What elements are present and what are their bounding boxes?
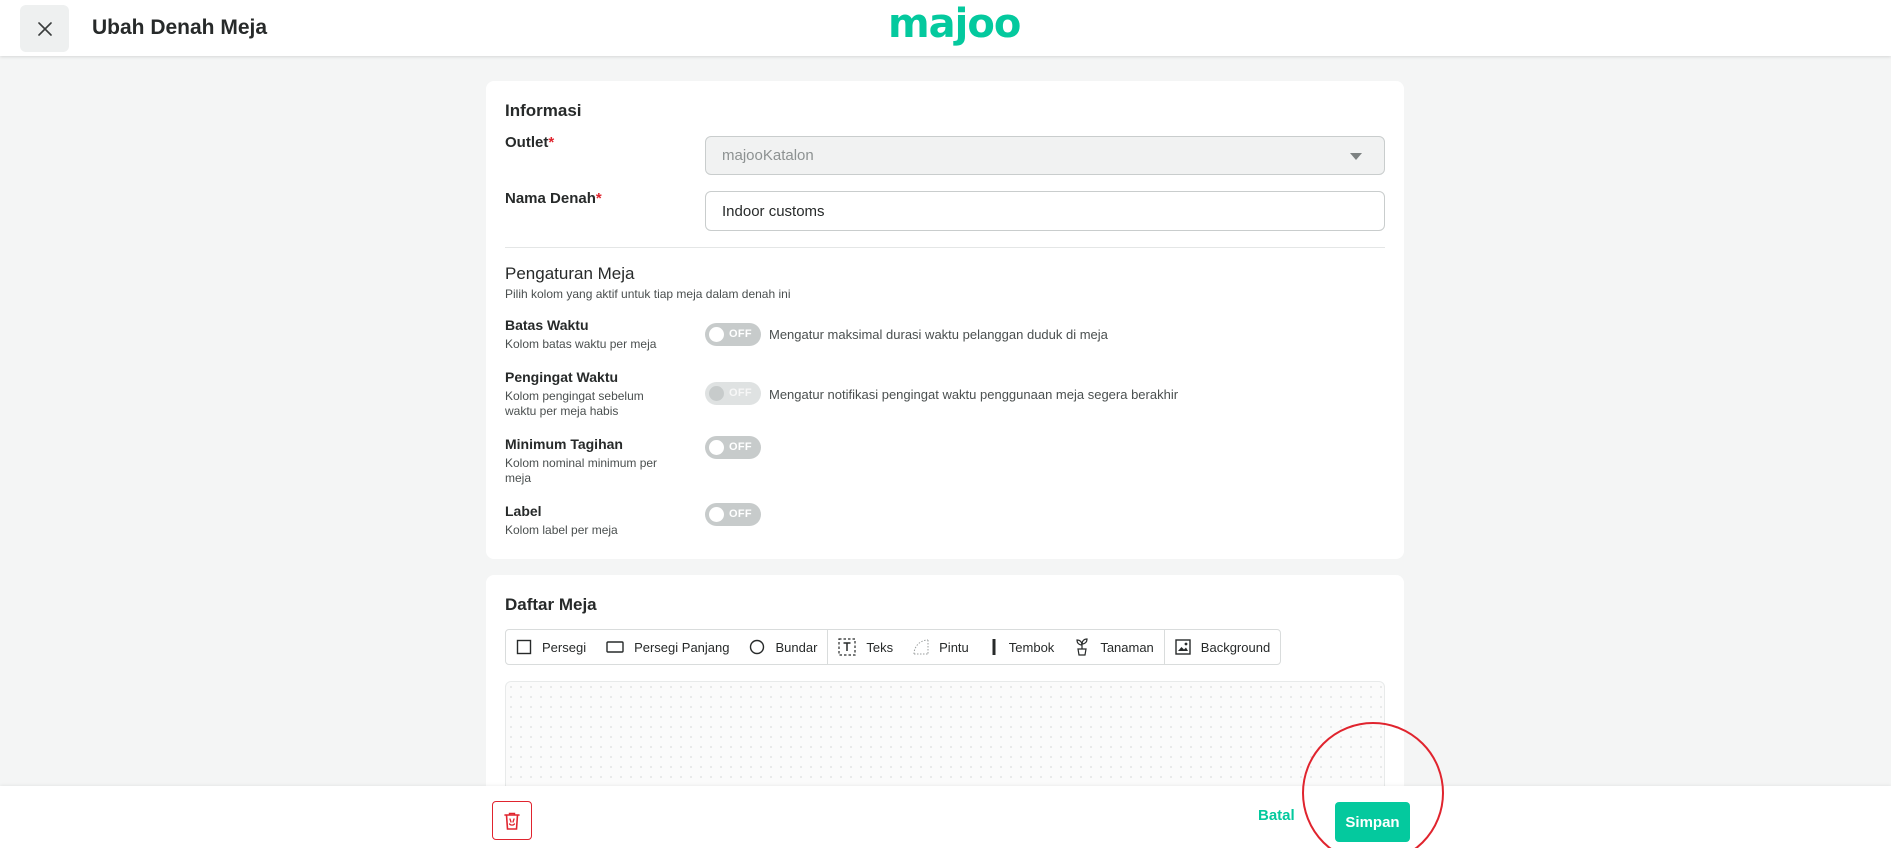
outlet-select[interactable]: majooKatalon xyxy=(705,136,1385,175)
tool-label: Tanaman xyxy=(1100,639,1154,655)
tool-text[interactable]: Teks xyxy=(828,630,903,664)
tool-background[interactable]: Background xyxy=(1165,630,1280,664)
cancel-button[interactable]: Batal xyxy=(1258,807,1295,824)
tool-circle[interactable]: Bundar xyxy=(739,630,827,664)
circle-icon xyxy=(749,639,765,655)
time-reminder-desc: Kolom pengingat sebelum waktu per meja h… xyxy=(505,389,644,418)
time-limit-label: Batas Waktu xyxy=(505,317,589,333)
toggle-state: OFF xyxy=(729,441,752,453)
top-bar: Ubah Denah Meja majoo xyxy=(0,0,1891,56)
majoo-logo: majoo xyxy=(888,1,1021,47)
tool-label: Pintu xyxy=(939,639,969,655)
tool-label: Tembok xyxy=(1008,639,1055,655)
time-limit-toggle-desc: Mengatur maksimal durasi waktu pelanggan… xyxy=(769,327,1108,342)
label-setting-desc: Kolom label per meja xyxy=(505,523,618,537)
tool-label: Bundar xyxy=(775,639,818,655)
time-reminder-toggle: OFF xyxy=(705,382,761,405)
outlet-label: Outlet* xyxy=(505,134,554,151)
tool-wall[interactable]: Tembok xyxy=(979,630,1065,664)
time-reminder-label: Pengingat Waktu xyxy=(505,369,619,385)
info-section-title: Informasi xyxy=(505,101,582,120)
save-button[interactable]: Simpan xyxy=(1335,802,1410,842)
required-mark: * xyxy=(595,190,602,207)
wall-icon xyxy=(989,638,999,656)
rectangle-icon xyxy=(606,640,624,654)
minimum-bill-label: Minimum Tagihan xyxy=(505,436,623,452)
info-card: Informasi Outlet* majooKatalon Nama Dena… xyxy=(486,81,1404,559)
minimum-bill-toggle[interactable]: OFF xyxy=(705,436,761,459)
time-limit-desc: Kolom batas waktu per meja xyxy=(505,337,657,351)
toggle-state: OFF xyxy=(729,387,752,399)
label-setting-label: Label xyxy=(505,503,542,519)
image-icon xyxy=(1175,639,1191,655)
label-toggle[interactable]: OFF xyxy=(705,503,761,526)
delete-button[interactable] xyxy=(492,801,532,840)
outlet-select-value: majooKatalon xyxy=(722,147,814,164)
text-icon xyxy=(838,638,857,656)
tool-label: Background xyxy=(1200,639,1271,655)
tool-plant[interactable]: Tanaman xyxy=(1064,630,1163,664)
outlet-label-text: Outlet xyxy=(505,134,549,151)
time-limit-toggle[interactable]: OFF xyxy=(705,323,761,346)
square-icon xyxy=(516,639,532,655)
footer-bar: Batal Simpan xyxy=(0,786,1891,848)
settings-title: Pengaturan Meja xyxy=(505,264,635,283)
name-label-text: Nama Denah xyxy=(505,190,596,207)
settings-subtitle: Pilih kolom yang aktif untuk tiap meja d… xyxy=(505,287,791,301)
door-icon xyxy=(913,639,929,655)
tool-square[interactable]: Persegi xyxy=(506,630,596,664)
toggle-knob xyxy=(709,327,724,342)
toggle-knob xyxy=(709,507,724,522)
name-label: Nama Denah* xyxy=(505,190,602,207)
plant-icon xyxy=(1074,638,1090,656)
chevron-down-icon xyxy=(1350,153,1362,160)
toggle-knob xyxy=(709,386,724,401)
divider xyxy=(505,247,1385,248)
toggle-state: OFF xyxy=(729,508,752,520)
table-list-title: Daftar Meja xyxy=(505,595,597,614)
toggle-state: OFF xyxy=(729,328,752,340)
shape-toolbar: Persegi Persegi Panjang Bundar Teks Pint… xyxy=(505,629,1282,665)
minimum-bill-desc: Kolom nominal minimum per meja xyxy=(505,456,658,485)
trash-icon xyxy=(504,812,520,830)
toggle-knob xyxy=(709,440,724,455)
tool-label: Teks xyxy=(866,639,894,655)
page-title: Ubah Denah Meja xyxy=(92,16,268,39)
tool-label: Persegi xyxy=(542,639,587,655)
tool-rectangle[interactable]: Persegi Panjang xyxy=(596,630,739,664)
close-button[interactable] xyxy=(20,5,69,52)
time-reminder-toggle-desc: Mengatur notifikasi pengingat waktu peng… xyxy=(769,387,1179,402)
close-icon xyxy=(37,21,52,36)
tool-label: Persegi Panjang xyxy=(634,639,730,655)
floor-plan-name-input[interactable] xyxy=(705,191,1385,231)
required-mark: * xyxy=(548,134,555,151)
tool-door[interactable]: Pintu xyxy=(903,630,979,664)
